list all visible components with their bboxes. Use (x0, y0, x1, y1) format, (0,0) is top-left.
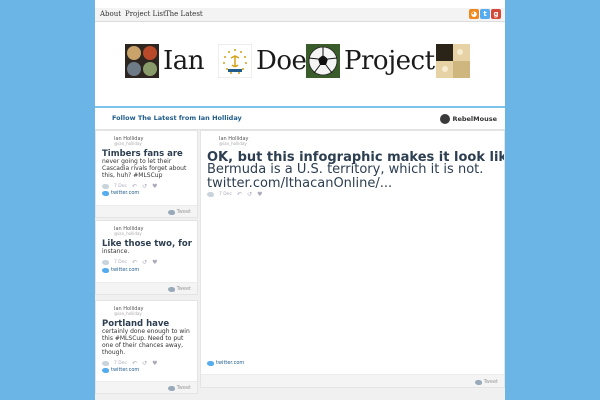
featured-source-label[interactable]: twitter.com (216, 360, 244, 366)
follow-bar: Follow The Latest from Ian Holliday Rebe… (95, 108, 505, 130)
card-footer: Tweet (96, 282, 197, 294)
page-container: About Project List The Latest ◕ t g Ian (95, 0, 505, 400)
card-source[interactable]: twitter.com (102, 267, 139, 273)
twitter-bird-icon (102, 367, 109, 373)
rhode-island-flag-icon (218, 44, 252, 78)
favorite-icon[interactable]: ♥ (152, 360, 157, 367)
featured-body-link[interactable]: twitter.com/IthacanOnline/... (207, 177, 502, 191)
featured-handle[interactable]: @ian_holliday (219, 141, 247, 146)
retweet-icon[interactable]: ↺ (142, 360, 147, 367)
card-body-line: never going to let their (102, 158, 172, 165)
card-meta: 7 Dec ↶ ↺ ♥ (102, 183, 157, 190)
featured-source[interactable]: twitter.com (207, 360, 244, 366)
twitter-bird-icon (474, 379, 482, 385)
follow-link[interactable]: Follow The Latest from Ian Holliday (112, 114, 242, 122)
card-source-label[interactable]: twitter.com (111, 367, 139, 373)
favorite-icon[interactable]: ♥ (152, 183, 157, 190)
card-meta: 7 Dec ↶ ↺ ♥ (102, 259, 157, 266)
tweet-label[interactable]: Tweet (177, 209, 191, 215)
top-nav: About Project List The Latest ◕ t g (95, 8, 505, 22)
twitter-bird-icon (207, 192, 214, 197)
game-board-photo-icon (436, 44, 470, 78)
twitter-bird-icon (167, 385, 175, 391)
tweet-label[interactable]: Tweet (177, 286, 191, 292)
reply-icon[interactable]: ↶ (132, 259, 137, 266)
twitter-bird-icon (102, 184, 109, 189)
feed-card[interactable]: Ian Holliday @ian_holliday Like those tw… (95, 220, 198, 295)
rebelmouse-icon (440, 114, 451, 124)
banner-word-ian: Ian (163, 46, 205, 76)
card-body: certainly done enough to win this #MLSCu… (102, 328, 190, 356)
twitter-bird-icon (167, 286, 175, 292)
retweet-icon[interactable]: ↺ (142, 259, 147, 266)
twitter-bird-icon (102, 190, 109, 196)
featured-time: 7 Dec (219, 192, 233, 197)
feed-card[interactable]: Ian Holliday @ian_holliday Portland have… (95, 300, 198, 394)
nav-link-the-latest[interactable]: The Latest (165, 10, 203, 18)
retweet-icon[interactable]: ↺ (142, 183, 147, 190)
card-body-line: this #MLSCup. Need to put (102, 335, 184, 342)
tweet-button[interactable]: Tweet (474, 379, 498, 385)
nav-link-about[interactable]: About (100, 10, 121, 18)
featured-card[interactable]: Ian Holliday @ian_holliday OK, but this … (200, 130, 505, 388)
twitter-bird-icon (102, 267, 109, 273)
card-handle[interactable]: @ian_holliday (114, 231, 142, 236)
rss-icon[interactable]: ◕ (469, 9, 479, 19)
nav-link-project-list[interactable]: Project List (125, 10, 166, 18)
card-body-line: one of their chances away, (102, 342, 183, 349)
reply-icon[interactable]: ↶ (237, 191, 242, 198)
featured-body-line: Bermuda is a U.S. territory, which it is… (207, 162, 484, 177)
tweet-button[interactable]: Tweet (167, 286, 191, 292)
feed-area: Ian Holliday @ian_holliday Timbers fans … (95, 130, 505, 400)
soccer-ball-icon (306, 44, 340, 78)
google-plus-icon[interactable]: g (491, 9, 501, 19)
card-handle[interactable]: @ian_holliday (114, 141, 142, 146)
featured-footer: Tweet (201, 374, 504, 387)
tweet-label[interactable]: Tweet (484, 379, 498, 385)
card-meta: 7 Dec ↶ ↺ ♥ (102, 360, 157, 367)
rebelmouse-label: RebelMouse (452, 115, 497, 123)
card-handle[interactable]: @ian_holliday (114, 311, 142, 316)
twitter-bird-icon (167, 209, 175, 215)
card-footer: Tweet (96, 205, 197, 217)
feed-card[interactable]: Ian Holliday @ian_holliday Timbers fans … (95, 130, 198, 218)
card-footer: Tweet (96, 381, 197, 393)
featured-body: Bermuda is a U.S. territory, which it is… (207, 163, 502, 191)
favorite-icon[interactable]: ♥ (257, 191, 262, 198)
twitter-bird-icon (102, 361, 109, 366)
card-time: 7 Dec (114, 184, 128, 189)
tweet-label[interactable]: Tweet (177, 385, 191, 391)
card-body-line: though. (102, 349, 126, 356)
card-source[interactable]: twitter.com (102, 190, 139, 196)
card-body-line: Cascadia rivals forget about (102, 165, 187, 172)
twitter-bird-icon (102, 260, 109, 265)
reply-icon[interactable]: ↶ (132, 183, 137, 190)
card-source[interactable]: twitter.com (102, 367, 139, 373)
featured-meta: 7 Dec ↶ ↺ ♥ (207, 191, 262, 198)
twitter-icon[interactable]: t (480, 9, 490, 19)
site-header-banner[interactable]: Ian Does Projects (95, 24, 505, 106)
card-time: 7 Dec (114, 361, 128, 366)
twitter-bird-icon (207, 360, 214, 366)
favorite-icon[interactable]: ♥ (152, 259, 157, 266)
crafts-photo-tile-icon (125, 44, 159, 78)
card-source-label[interactable]: twitter.com (111, 190, 139, 196)
card-body: never going to let their Cascadia rivals… (102, 158, 186, 179)
card-body-line: this, huh? #MLSCup (102, 172, 163, 179)
reply-icon[interactable]: ↶ (132, 360, 137, 367)
card-body-line: instance. (102, 248, 130, 255)
rebelmouse-logo[interactable]: RebelMouse (440, 113, 497, 125)
card-source-label[interactable]: twitter.com (111, 267, 139, 273)
tweet-button[interactable]: Tweet (167, 385, 191, 391)
tweet-button[interactable]: Tweet (167, 209, 191, 215)
retweet-icon[interactable]: ↺ (247, 191, 252, 198)
card-time: 7 Dec (114, 260, 128, 265)
banner-word-projects: Projects (344, 46, 448, 76)
card-body: instance. (102, 248, 129, 255)
card-body-line: certainly done enough to win (102, 328, 190, 335)
